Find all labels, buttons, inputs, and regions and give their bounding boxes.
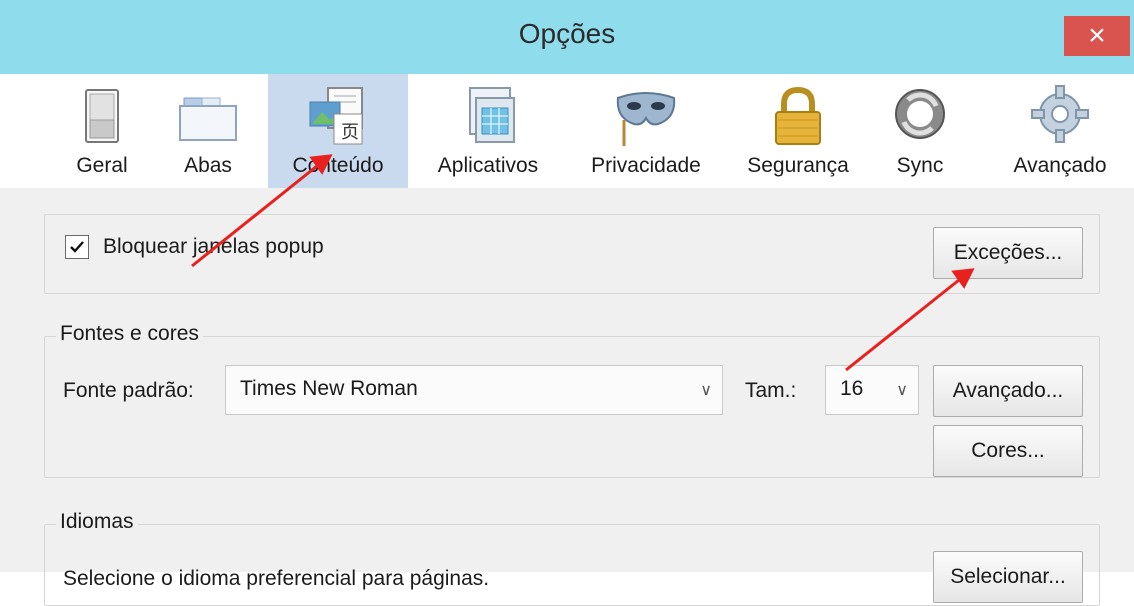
annotation-arrows: [191, 154, 975, 372]
arrow-to-content-tab: [191, 160, 323, 268]
arrow-to-exceptions: [845, 274, 965, 372]
options-window: Opções × Geral Abas 页 Conteúdo Aplicativ…: [0, 0, 1134, 606]
